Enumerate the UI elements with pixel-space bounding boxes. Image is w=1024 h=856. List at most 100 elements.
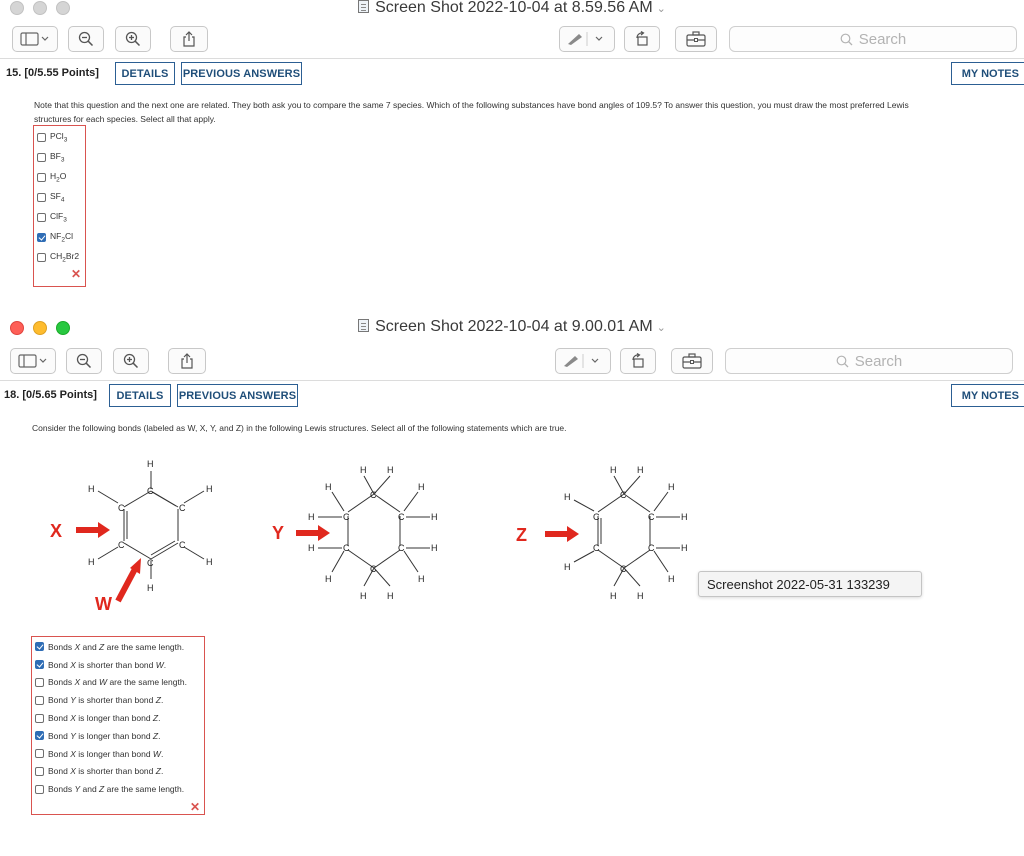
share-icon: [183, 31, 195, 47]
answer-option[interactable]: Bond Y is shorter than bond Z.: [32, 691, 204, 709]
checkbox[interactable]: [37, 132, 46, 142]
answer-option[interactable]: ClF3: [34, 207, 85, 227]
zoom-in-button[interactable]: [113, 348, 149, 374]
search-icon: [836, 355, 849, 367]
window-controls: [10, 321, 70, 335]
incorrect-mark-icon: ✕: [189, 800, 200, 815]
question-points: [0/5.55 Points]: [24, 67, 99, 79]
zoom-button[interactable]: [56, 321, 70, 335]
close-button[interactable]: [10, 321, 24, 335]
answer-option[interactable]: Bond X is longer than bond Z.: [32, 709, 204, 727]
my-notes-button[interactable]: MY NOTES: [950, 62, 1024, 85]
checkbox[interactable]: [37, 212, 46, 222]
checkbox[interactable]: [35, 749, 44, 759]
checkbox[interactable]: [35, 642, 44, 652]
question-text: Note that this question and the next one…: [34, 98, 1014, 126]
atom-h: H: [564, 562, 571, 572]
checkbox[interactable]: [35, 660, 44, 670]
question-points: [0/5.65 Points]: [22, 389, 97, 401]
document-icon: [358, 319, 370, 332]
details-button[interactable]: DETAILS: [109, 384, 171, 407]
option-label-text: Cl: [64, 230, 73, 241]
option-label-text: ClF: [50, 210, 64, 221]
sidebar-toggle-button[interactable]: [12, 26, 58, 52]
rotate-button[interactable]: [620, 348, 656, 374]
checkbox[interactable]: [37, 152, 46, 162]
answer-option[interactable]: NF2Cl: [34, 227, 85, 247]
title-bar[interactable]: Screen Shot 2022-10-04 at 9.00.01 AM ⌄: [0, 316, 1024, 340]
share-button[interactable]: [168, 348, 206, 374]
previous-answers-button[interactable]: PREVIOUS ANSWERS: [177, 384, 298, 407]
checkbox[interactable]: [37, 252, 46, 262]
checkbox[interactable]: [35, 695, 44, 705]
my-notes-button[interactable]: MY NOTES: [950, 384, 1024, 407]
atom-h: H: [668, 482, 675, 492]
arrow-w: [115, 558, 141, 603]
markup-button[interactable]: [559, 26, 615, 52]
atom-c: C: [147, 558, 154, 568]
markup-button[interactable]: [555, 348, 611, 374]
share-button[interactable]: [170, 26, 208, 52]
option-label-subscript: 3: [63, 136, 68, 144]
option-label: Bond Y is longer than bond Z.: [48, 731, 161, 741]
arrow-x: [76, 522, 110, 538]
question-number: 15.: [6, 67, 22, 79]
toolbox-button[interactable]: [675, 26, 717, 52]
answer-option[interactable]: Bonds X and Z are the same length.: [32, 638, 204, 656]
window-title: Screen Shot 2022-10-04 at 8.59.56 AM: [375, 0, 653, 16]
atom-c: C: [370, 490, 377, 500]
close-button[interactable]: [10, 1, 24, 15]
zoom-in-button[interactable]: [115, 26, 151, 52]
checkbox[interactable]: [35, 784, 44, 794]
checkbox[interactable]: [37, 172, 46, 182]
option-label: SF4: [50, 191, 65, 204]
title-bar[interactable]: Screen Shot 2022-10-04 at 8.59.56 AM ⌄: [0, 0, 1024, 18]
toolbox-button[interactable]: [671, 348, 713, 374]
zoom-button[interactable]: [56, 1, 70, 15]
answer-option[interactable]: Bond Y is longer than bond Z.: [32, 727, 204, 745]
chevron-down-icon[interactable]: ⌄: [657, 322, 666, 334]
answer-option[interactable]: Bond X is shorter than bond W.: [32, 656, 204, 674]
option-label-text: Bond: [48, 748, 71, 759]
answer-option[interactable]: BF3: [34, 147, 85, 167]
toolbar: Search: [0, 18, 1024, 58]
markup-icon: [568, 32, 603, 46]
atom-h: H: [360, 591, 367, 601]
answer-option[interactable]: PCl3: [34, 127, 85, 147]
zoom-out-button[interactable]: [66, 348, 102, 374]
incorrect-mark-icon: ✕: [70, 267, 81, 281]
details-button[interactable]: DETAILS: [115, 62, 175, 85]
answer-option[interactable]: H2O: [34, 167, 85, 187]
answer-option[interactable]: Bond X is longer than bond W.: [32, 745, 204, 763]
answer-option[interactable]: CH2Br2: [34, 247, 85, 267]
checkbox[interactable]: [35, 766, 44, 776]
option-label-text: Bond: [48, 730, 71, 741]
minimize-button[interactable]: [33, 321, 47, 335]
checkbox[interactable]: [37, 232, 46, 242]
answer-option[interactable]: Bonds Y and Z are the same length.: [32, 780, 204, 798]
label-x: X: [50, 521, 63, 541]
atom-h: H: [308, 512, 315, 522]
atom-c: C: [118, 540, 125, 550]
answer-option[interactable]: Bonds X and W are the same length.: [32, 674, 204, 692]
search-input[interactable]: Search: [729, 26, 1017, 52]
search-input[interactable]: Search: [725, 348, 1013, 374]
checkbox[interactable]: [35, 677, 44, 687]
checkbox[interactable]: [35, 731, 44, 741]
answer-options-box: PCl3 BF3 H2O SF4 ClF3 NF2Cl CH2Br2 ✕: [33, 125, 86, 287]
answer-option[interactable]: SF4: [34, 187, 85, 207]
minimize-button[interactable]: [33, 1, 47, 15]
previous-answers-button[interactable]: PREVIOUS ANSWERS: [181, 62, 302, 85]
sidebar-toggle-button[interactable]: [10, 348, 56, 374]
option-label-text: .: [160, 748, 164, 759]
atom-h: H: [564, 492, 571, 502]
answer-option[interactable]: Bond X is shorter than bond Z.: [32, 763, 204, 781]
atom-c: C: [370, 564, 377, 574]
chevron-down-icon[interactable]: ⌄: [657, 3, 666, 15]
option-label-text: Bond: [48, 766, 71, 777]
checkbox[interactable]: [35, 713, 44, 723]
rotate-button[interactable]: [624, 26, 660, 52]
zoom-in-icon: [123, 353, 139, 369]
checkbox[interactable]: [37, 192, 46, 202]
zoom-out-button[interactable]: [68, 26, 104, 52]
